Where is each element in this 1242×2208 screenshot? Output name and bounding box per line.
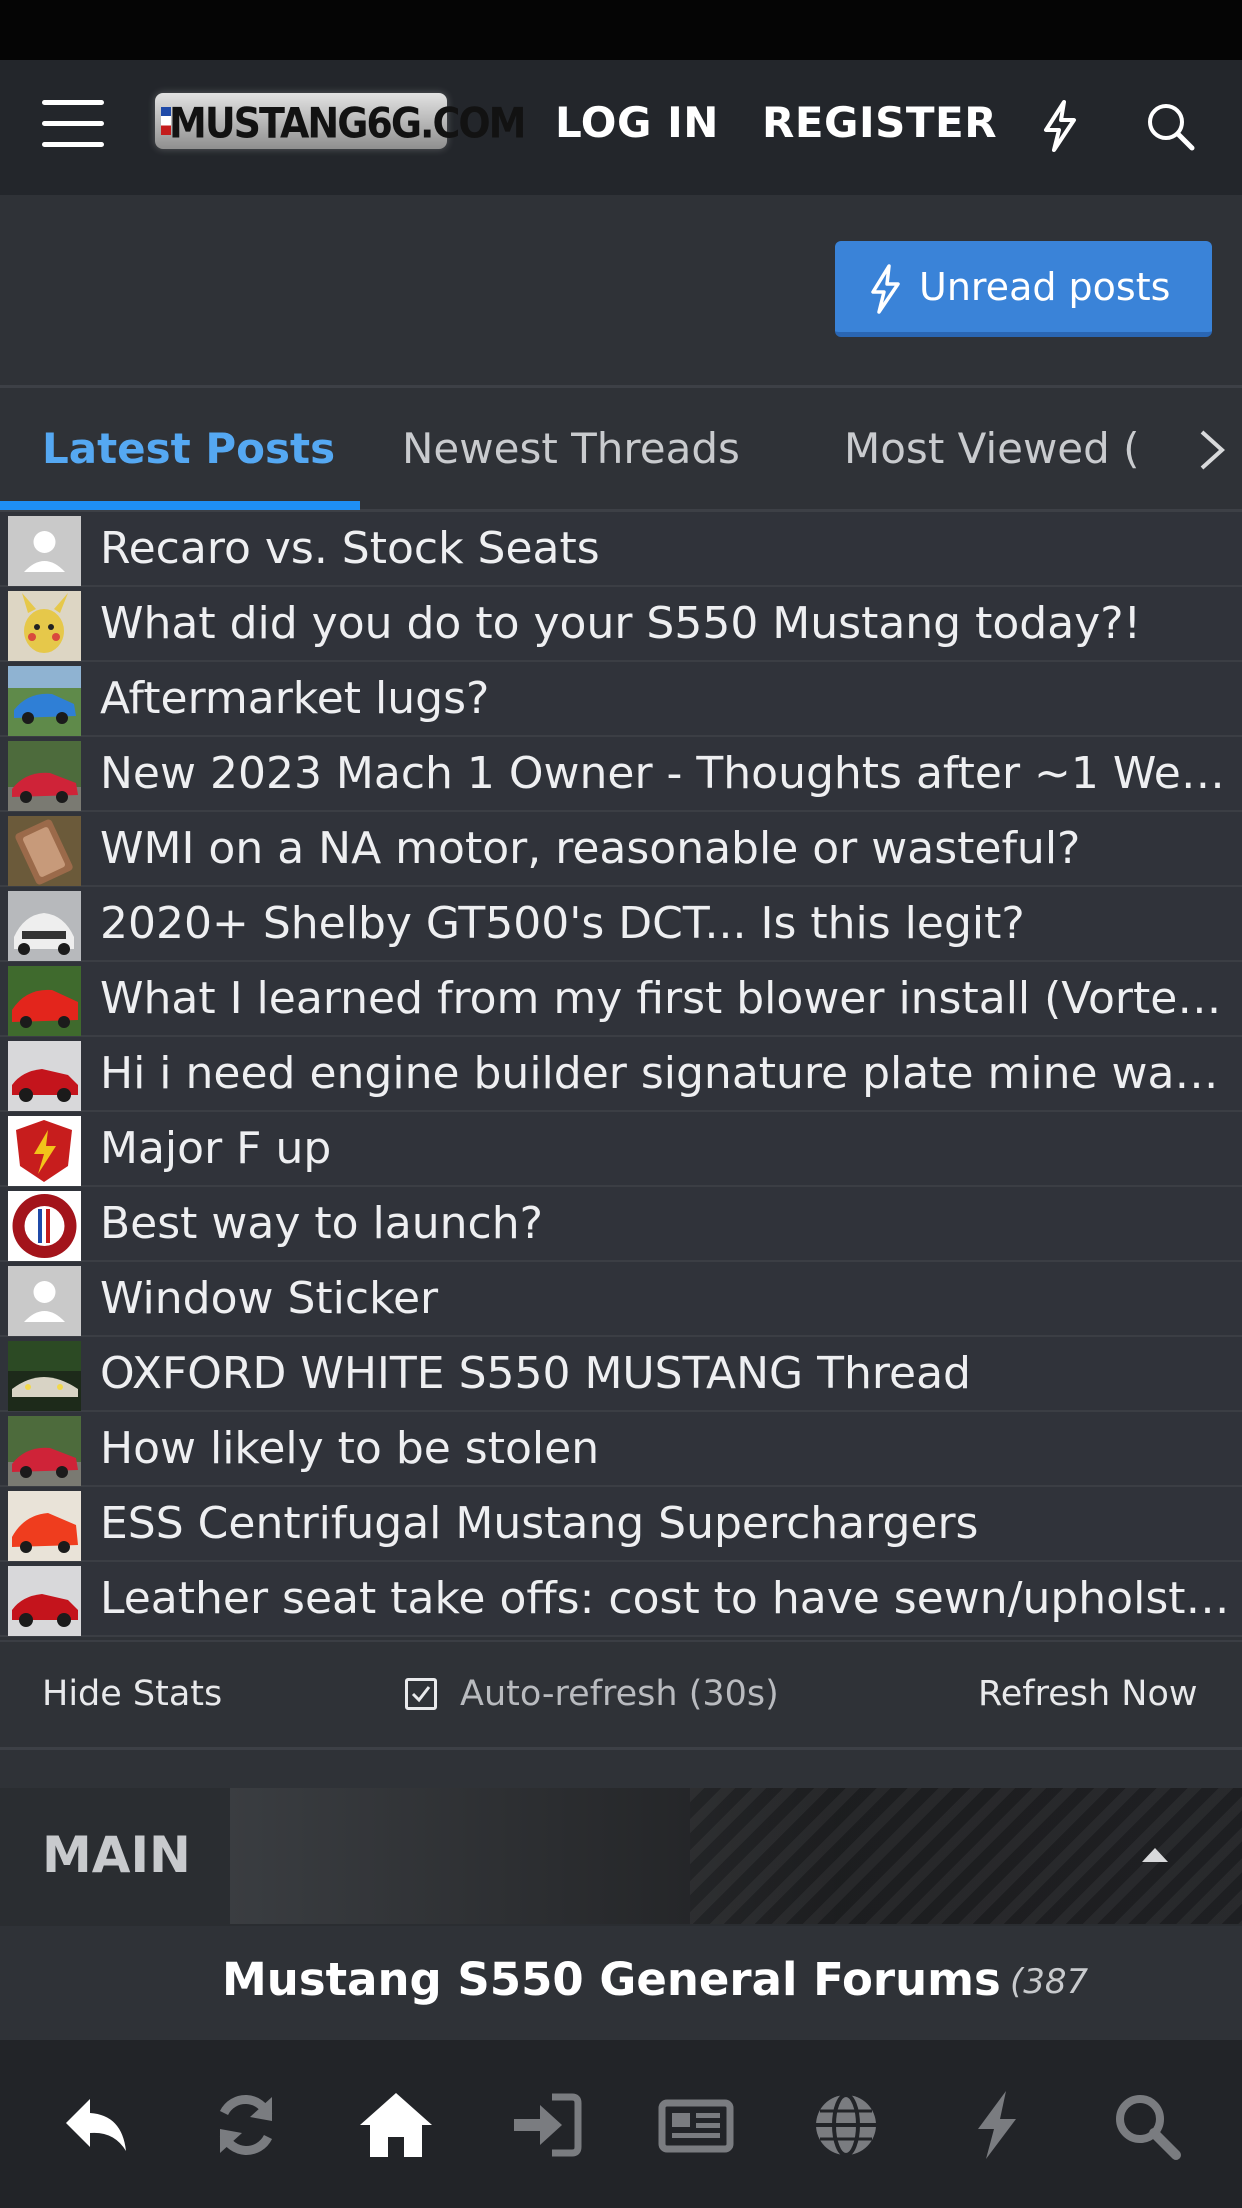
active-tab-indicator [0,501,360,510]
top-navigation-bar: MUSTANG6G.COM LOG IN REGISTER [0,60,1242,195]
list-item[interactable]: Aftermarket lugs? [0,662,1242,737]
list-item[interactable]: WMI on a NA motor, reasonable or wastefu… [0,812,1242,887]
tab-most-viewed[interactable]: Most Viewed ( [844,424,1140,473]
site-logo[interactable]: MUSTANG6G.COM [155,93,526,149]
bolt-icon[interactable] [956,2085,1036,2165]
bottom-navigation [0,2040,1242,2208]
globe-icon[interactable] [806,2085,886,2165]
list-item[interactable]: What did you do to your S550 Mustang tod… [0,587,1242,662]
chocolate-avatar[interactable] [8,816,81,886]
bolt-icon [871,264,900,314]
post-title[interactable]: Window Sticker [100,1272,1230,1326]
login-icon[interactable] [506,2085,586,2165]
post-title[interactable]: What did you do to your S550 Mustang tod… [100,597,1230,651]
forum-title[interactable]: Mustang S550 General Forums [222,1953,1001,2006]
home-icon[interactable] [356,2085,436,2165]
red-car-side-avatar[interactable] [8,1041,81,1111]
post-title[interactable]: 2020+ Shelby GT500's DCT... Is this legi… [100,897,1230,951]
red-car-avatar[interactable] [8,741,81,811]
list-item[interactable]: What I learned from my first blower inst… [0,962,1242,1037]
auto-refresh-label[interactable]: Auto-refresh (30s) [460,1674,779,1714]
post-title[interactable]: Aftermarket lugs? [100,672,1230,726]
post-title[interactable]: Recaro vs. Stock Seats [100,522,1230,576]
post-title[interactable]: WMI on a NA motor, reasonable or wastefu… [100,822,1230,876]
post-title[interactable]: How likely to be stolen [100,1422,1230,1476]
list-item[interactable]: ESS Centrifugal Mustang Superchargers [0,1487,1242,1562]
unread-posts-label: Unread posts [919,265,1171,309]
tab-newest-threads[interactable]: Newest Threads [402,424,740,473]
red-car-avatar[interactable] [8,966,81,1036]
post-title[interactable]: Major F up [100,1122,1230,1176]
list-item[interactable]: OXFORD WHITE S550 MUSTANG Thread [0,1337,1242,1412]
login-link[interactable]: LOG IN [555,98,719,147]
list-item[interactable]: Best way to launch? [0,1187,1242,1262]
collapse-icon[interactable] [1140,1844,1170,1868]
stats-bar: Hide Stats Auto-refresh (30s) Refresh No… [0,1640,1242,1750]
bolt-badge-avatar[interactable] [8,1116,81,1186]
list-item[interactable]: 2020+ Shelby GT500's DCT... Is this legi… [0,887,1242,962]
white-car-avatar[interactable] [8,891,81,961]
red-car-side-avatar[interactable] [8,1566,81,1636]
bolt-icon[interactable] [1030,96,1090,156]
post-title[interactable]: Best way to launch? [100,1197,1230,1251]
auto-refresh-checkbox[interactable] [405,1678,437,1710]
check-icon [411,1686,431,1703]
news-icon[interactable] [656,2085,736,2165]
post-title[interactable]: What I learned from my first blower inst… [100,972,1230,1026]
unread-area: Unread posts [0,195,1242,388]
post-title[interactable]: New 2023 Mach 1 Owner - Thoughts after ~… [100,747,1230,801]
tab-latest-posts[interactable]: Latest Posts [42,424,335,473]
orange-car-avatar[interactable] [8,1491,81,1561]
search-icon[interactable] [1106,2085,1186,2165]
list-item[interactable]: New 2023 Mach 1 Owner - Thoughts after ~… [0,737,1242,812]
latest-posts-list: Recaro vs. Stock Seats What did you do t… [0,512,1242,1637]
chevron-right-icon[interactable] [1192,426,1232,478]
section-header[interactable]: MAIN [0,1788,1242,1926]
refresh-now-button[interactable]: Refresh Now [978,1674,1198,1714]
pikachu-avatar[interactable] [8,591,81,661]
post-title[interactable]: ESS Centrifugal Mustang Superchargers [100,1497,1230,1551]
list-item[interactable]: Leather seat take offs: cost to have sew… [0,1562,1242,1637]
unread-posts-button[interactable]: Unread posts [835,241,1212,337]
list-item[interactable]: Hi i need engine builder signature plate… [0,1037,1242,1112]
status-bar [0,0,1242,60]
list-item[interactable]: Window Sticker [0,1262,1242,1337]
dark-car-avatar[interactable] [8,1341,81,1411]
section-banner-image [230,1788,1242,1924]
logo-text: MUSTANG6G.COM [169,98,526,148]
main-forum-section: MAIN Mustang S550 General Forums (387 [0,1788,1242,2043]
default-avatar[interactable] [8,516,81,586]
back-icon[interactable] [56,2085,136,2165]
post-title[interactable]: OXFORD WHITE S550 MUSTANG Thread [100,1347,1230,1401]
register-link[interactable]: REGISTER [762,98,997,147]
search-icon[interactable] [1140,96,1200,156]
menu-icon[interactable] [42,100,104,150]
post-title[interactable]: Leather seat take offs: cost to have sew… [100,1572,1230,1626]
section-title: MAIN [42,1826,191,1884]
forum-count: (387 [1010,1962,1089,2002]
list-item[interactable]: Major F up [0,1112,1242,1187]
list-item[interactable]: How likely to be stolen [0,1412,1242,1487]
default-avatar[interactable] [8,1266,81,1336]
blue-car-avatar[interactable] [8,666,81,736]
post-title[interactable]: Hi i need engine builder signature plate… [100,1047,1230,1101]
hide-stats-button[interactable]: Hide Stats [42,1674,222,1714]
post-tabs: Latest Posts Newest Threads Most Viewed … [0,388,1242,512]
ford-mustang-badge-avatar[interactable] [8,1191,81,1261]
list-item[interactable]: Recaro vs. Stock Seats [0,512,1242,587]
red-car-avatar[interactable] [8,1416,81,1486]
refresh-icon[interactable] [206,2085,286,2165]
